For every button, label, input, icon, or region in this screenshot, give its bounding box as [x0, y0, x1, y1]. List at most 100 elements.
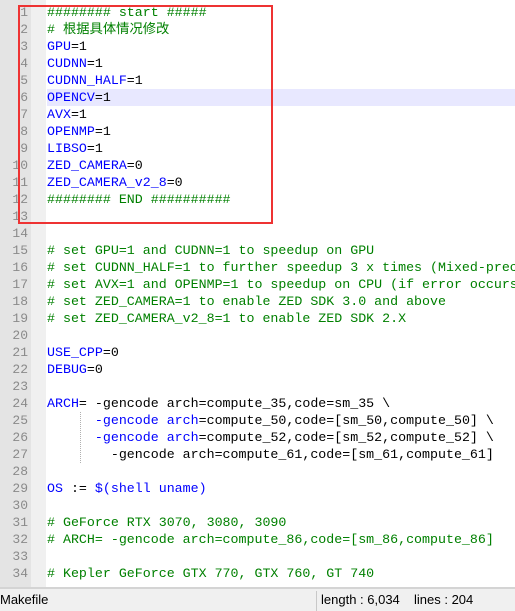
line-number: 17	[12, 277, 28, 292]
line-code: # Kepler GeForce GTX 770, GTX 760, GT 74…	[47, 565, 515, 582]
line-code: CUDNN_HALF=1	[47, 72, 515, 89]
code-line[interactable]: 34 # Kepler GeForce GTX 770, GTX 760, GT …	[0, 565, 515, 582]
line-number: 11	[12, 175, 28, 190]
text-token: =0	[102, 345, 119, 360]
code-line[interactable]: 24 ARCH= -gencode arch=compute_35,code=sm…	[0, 395, 515, 412]
comment-token: # set GPU=1 and CUDNN=1 to speedup on GP…	[47, 243, 375, 258]
text-token: =0	[126, 158, 143, 173]
line-code: ######## END ##########	[47, 191, 515, 208]
line-number: 34	[12, 566, 28, 581]
line-number: 4	[20, 56, 28, 71]
code-line[interactable]: 1 ######## start #####	[0, 4, 515, 21]
code-line[interactable]: 7 AVX=1	[0, 106, 515, 123]
code-line[interactable]: 20	[0, 327, 515, 344]
code-line[interactable]: 12 ######## END ##########	[0, 191, 515, 208]
text-token: =0	[166, 175, 183, 190]
comment-token: # set AVX=1 and OPENMP=1 to speedup on C…	[47, 277, 515, 292]
code-line[interactable]: 4 CUDNN=1	[0, 55, 515, 72]
comment-token: ######## END ##########	[47, 192, 231, 207]
variable-token: ZED_CAMERA	[47, 158, 127, 173]
variable-token: GPU	[47, 39, 71, 54]
code-line[interactable]: 32 # ARCH= -gencode arch=compute_86,code=…	[0, 531, 515, 548]
code-line[interactable]: 14	[0, 225, 515, 242]
text-token: =1	[70, 107, 87, 122]
code-line[interactable]: 23	[0, 378, 515, 395]
comment-token: # ARCH= -gencode arch=compute_86,code=[s…	[47, 532, 494, 547]
code-editor[interactable]: 1 ######## start ##### 2 # 根据具体情况修改 3 GPU =1 4 C…	[0, 0, 515, 587]
line-number: 3	[20, 39, 28, 54]
line-number: 22	[12, 362, 28, 377]
code-line[interactable]: 11 ZED_CAMERA_v2_8=0	[0, 174, 515, 191]
line-code: ######## start #####	[47, 4, 515, 21]
code-line[interactable]: 17 # set AVX=1 and OPENMP=1 to speedup on…	[0, 276, 515, 293]
text-token: =compute_52,code=[sm_52,compute_52] \	[198, 430, 494, 445]
line-code: ZED_CAMERA_v2_8=0	[47, 174, 515, 191]
line-code: # set ZED_CAMERA=1 to enable ZED SDK 3.0…	[47, 293, 515, 310]
text-token: = -gencode arch=compute_35,code=sm_35 \	[78, 396, 391, 411]
code-line[interactable]: 26 -gencode arch=compute_52,code=[sm_52,…	[0, 429, 515, 446]
comment-token: # GeForce RTX 3070, 3080, 3090	[47, 515, 287, 530]
variable-token: ARCH	[47, 396, 79, 411]
code-line[interactable]: 30	[0, 497, 515, 514]
code-line[interactable]: 16 # set CUDNN_HALF=1 to further speedup …	[0, 259, 515, 276]
line-number: 32	[12, 532, 28, 547]
line-number: 13	[12, 209, 28, 224]
line-code: OS := $(shell uname)	[47, 480, 515, 497]
code-line[interactable]: 6 OPENCV=1	[0, 89, 515, 106]
variable-token: CUDNN	[47, 56, 87, 71]
code-line[interactable]: 15 # set GPU=1 and CUDNN=1 to speedup on …	[0, 242, 515, 259]
line-code: # set AVX=1 and OPENMP=1 to speedup on C…	[47, 276, 515, 293]
line-code: # ARCH= -gencode arch=compute_86,code=[s…	[47, 531, 515, 548]
code-line[interactable]: 28	[0, 463, 515, 480]
line-number: 20	[12, 328, 28, 343]
code-line[interactable]: 22 DEBUG=0	[0, 361, 515, 378]
text-token: =1	[126, 73, 143, 88]
code-line[interactable]: 21 USE_CPP=0	[0, 344, 515, 361]
line-number: 19	[12, 311, 28, 326]
code-line[interactable]: 13	[0, 208, 515, 225]
variable-token: $(shell uname)	[94, 481, 207, 496]
code-line[interactable]: 31 # GeForce RTX 3070, 3080, 3090	[0, 514, 515, 531]
line-number: 5	[20, 73, 28, 88]
line-code: CUDNN=1	[47, 55, 515, 72]
variable-token: OPENMP	[47, 124, 95, 139]
line-number: 10	[12, 158, 28, 173]
code-line[interactable]: 9 LIBSO=1	[0, 140, 515, 157]
line-number: 6	[20, 90, 28, 105]
line-number: 29	[12, 481, 28, 496]
text-token: =compute_50,code=[sm_50,compute_50] \	[198, 413, 494, 428]
code-line[interactable]: 3 GPU=1	[0, 38, 515, 55]
variable-token: OPENCV	[47, 90, 95, 105]
code-line[interactable]: 33	[0, 548, 515, 565]
status-length: length : 6,034	[321, 592, 400, 607]
code-line[interactable]: 29 OS := $(shell uname)	[0, 480, 515, 497]
code-line[interactable]: 5 CUDNN_HALF=1	[0, 72, 515, 89]
code-line[interactable]: 18 # set ZED_CAMERA=1 to enable ZED SDK 3…	[0, 293, 515, 310]
line-number: 1	[20, 5, 28, 20]
line-number: 2	[20, 22, 28, 37]
line-code: AVX=1	[47, 106, 515, 123]
line-code: -gencode arch=compute_50,code=[sm_50,com…	[47, 412, 515, 429]
comment-token: ######## start #####	[47, 5, 207, 20]
code-line[interactable]: 19 # set ZED_CAMERA_v2_8=1 to enable ZED …	[0, 310, 515, 327]
line-code: DEBUG=0	[47, 361, 515, 378]
line-code: ARCH= -gencode arch=compute_35,code=sm_3…	[47, 395, 515, 412]
code-line[interactable]: 27 -gencode arch=compute_61,code=[sm_61,…	[0, 446, 515, 463]
status-bar: Makefile length : 6,034 lines : 204	[0, 587, 515, 611]
line-code: ZED_CAMERA=0	[47, 157, 515, 174]
code-line[interactable]: 8 OPENMP=1	[0, 123, 515, 140]
code-line[interactable]: 2 # 根据具体情况修改	[0, 21, 515, 38]
code-line[interactable]: 25 -gencode arch=compute_50,code=[sm_50,…	[0, 412, 515, 429]
status-lines: lines : 204	[414, 592, 474, 607]
text-token: =1	[86, 56, 103, 71]
variable-token: ZED_CAMERA_v2_8	[47, 175, 167, 190]
code-line[interactable]: 10 ZED_CAMERA=0	[0, 157, 515, 174]
line-number: 25	[12, 413, 28, 428]
line-number: 21	[12, 345, 28, 360]
line-number: 14	[12, 226, 28, 241]
line-number: 12	[12, 192, 28, 207]
